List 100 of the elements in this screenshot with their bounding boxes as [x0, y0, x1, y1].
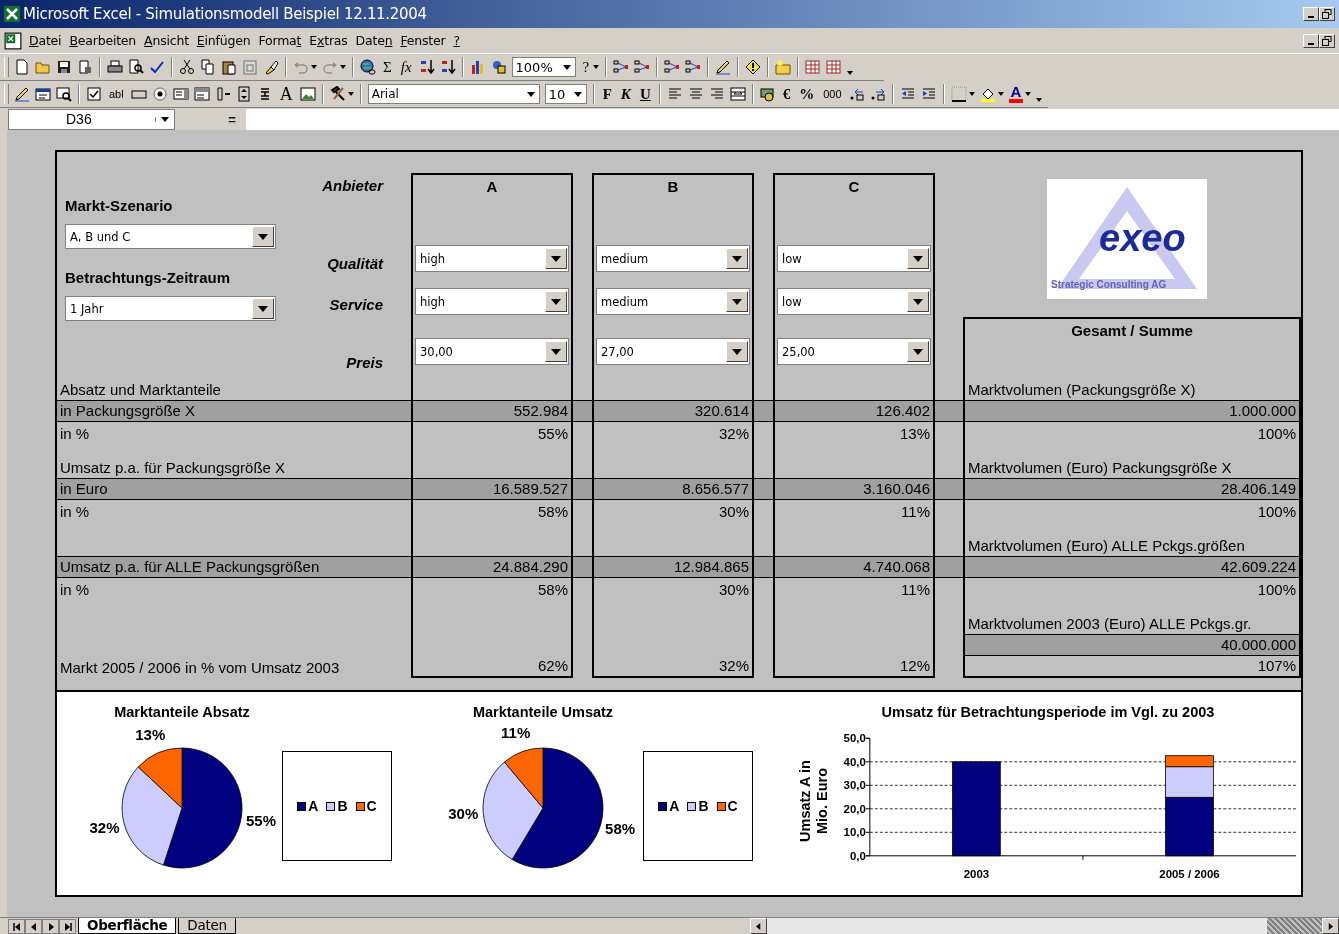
caret-icon[interactable]	[311, 65, 317, 69]
banknote-icon[interactable]	[759, 86, 776, 102]
magnifier-document-icon[interactable]	[128, 59, 144, 75]
flow-arrows-icon[interactable]	[634, 59, 651, 75]
menu-item[interactable]: Daten	[351, 33, 397, 48]
copy-icon[interactable]	[200, 59, 216, 75]
menu-item[interactable]: Datei	[25, 33, 66, 48]
toolbar-options-icon[interactable]	[847, 71, 854, 75]
option-dropdown[interactable]: 25,00	[777, 338, 931, 365]
text-field-button[interactable]: abl	[107, 85, 126, 103]
underline-button[interactable]: U	[637, 85, 653, 103]
help-button[interactable]: ?	[580, 58, 592, 76]
clipboard-frame-icon[interactable]	[242, 59, 258, 75]
menu-item[interactable]: Bearbeiten	[65, 33, 141, 48]
thousands-button[interactable]: 000	[821, 85, 844, 103]
pencil-ruler-icon[interactable]	[14, 86, 30, 102]
window-magnifier-icon[interactable]	[56, 86, 72, 102]
hammer-wrench-icon[interactable]	[329, 86, 346, 102]
first-sheet-button[interactable]	[8, 919, 25, 934]
flow-arrows-icon[interactable]	[664, 59, 681, 75]
printer-icon[interactable]	[107, 59, 123, 75]
sum-button[interactable]: Σ	[381, 58, 394, 76]
warning-diamond-icon[interactable]	[745, 59, 762, 75]
grid-table-icon[interactable]	[826, 59, 843, 75]
caret-icon[interactable]	[347, 92, 354, 96]
caret-icon[interactable]	[997, 92, 1004, 96]
scenario-dropdown[interactable]: A, B und C	[65, 224, 276, 249]
indent-icon[interactable]	[920, 86, 937, 102]
caret-icon[interactable]	[968, 92, 975, 96]
outdent-icon[interactable]	[899, 86, 916, 102]
checkbox-icon[interactable]	[86, 86, 102, 102]
font-dropdown[interactable]: Arial	[367, 84, 540, 104]
option-dropdown[interactable]: low	[777, 288, 931, 315]
paintbrush-icon[interactable]	[263, 59, 279, 75]
toolbar-options-icon[interactable]	[1036, 98, 1043, 102]
bold-button[interactable]: F	[600, 85, 614, 103]
last-sheet-button[interactable]	[59, 919, 76, 934]
prev-sheet-button[interactable]	[25, 919, 42, 934]
option-dropdown[interactable]: low	[777, 245, 931, 272]
menu-item[interactable]: Einfügen	[192, 33, 255, 48]
decrease-decimal-icon[interactable]	[869, 86, 886, 102]
caret-icon[interactable]	[593, 65, 600, 69]
sort-descending-icon[interactable]	[439, 59, 456, 75]
combo-box-icon[interactable]	[193, 86, 210, 102]
pencil-ruler-icon[interactable]	[715, 59, 732, 75]
menu-item[interactable]: Format	[254, 33, 306, 48]
restore-button[interactable]	[1319, 7, 1335, 21]
option-dropdown[interactable]: medium	[596, 288, 750, 315]
function-button[interactable]: fx	[398, 58, 414, 76]
grid-table-icon[interactable]	[805, 59, 822, 75]
align-center-icon[interactable]	[687, 86, 704, 102]
bar-chart-icon[interactable]	[469, 59, 486, 75]
euro-button[interactable]: €	[780, 85, 793, 103]
list-box-icon[interactable]	[172, 86, 189, 102]
option-dropdown[interactable]: high	[415, 245, 569, 272]
caret-icon[interactable]	[1025, 92, 1032, 96]
increase-decimal-icon[interactable]	[848, 86, 865, 102]
option-dropdown[interactable]: 30,00	[415, 338, 569, 365]
restore-button[interactable]	[1319, 33, 1335, 48]
menu-item[interactable]: Fenster	[396, 33, 450, 48]
minimize-button[interactable]	[1303, 33, 1319, 48]
font-color-button[interactable]: A	[1008, 85, 1024, 103]
label-button[interactable]: A	[277, 85, 295, 103]
align-left-icon[interactable]	[666, 86, 683, 102]
percent-button[interactable]: %	[797, 85, 817, 103]
scissors-icon[interactable]	[179, 59, 195, 75]
window-properties-icon[interactable]	[35, 86, 51, 102]
document-lock-icon[interactable]	[77, 59, 93, 75]
sheet-tab[interactable]: Daten	[178, 918, 236, 934]
minimize-button[interactable]	[1303, 7, 1319, 21]
scroll-bar-icon[interactable]	[214, 86, 231, 102]
align-right-icon[interactable]	[708, 86, 725, 102]
merge-cells-icon[interactable]	[729, 86, 746, 102]
paint-bucket-icon[interactable]	[979, 86, 996, 102]
formula-input[interactable]	[246, 108, 1339, 130]
border-grid-icon[interactable]	[950, 86, 967, 102]
new-document-icon[interactable]	[14, 59, 30, 75]
spinner-icon[interactable]	[235, 86, 252, 102]
horizontal-scrollbar[interactable]	[750, 918, 1339, 934]
option-dropdown[interactable]: 27,00	[596, 338, 750, 365]
folder-icon[interactable]	[35, 59, 51, 75]
next-sheet-button[interactable]	[42, 919, 59, 934]
menu-item[interactable]: Extras	[305, 33, 352, 48]
option-dropdown[interactable]: high	[415, 288, 569, 315]
period-dropdown[interactable]: 1 Jahr	[65, 296, 276, 321]
flow-arrows-icon[interactable]	[685, 59, 702, 75]
folder-star-icon[interactable]	[775, 59, 792, 75]
clipboard-icon[interactable]	[221, 59, 237, 75]
picture-frame-icon[interactable]	[299, 86, 316, 102]
italic-button[interactable]: K	[618, 85, 633, 103]
option-dropdown[interactable]: medium	[596, 245, 750, 272]
zoom-dropdown[interactable]: 100%	[511, 57, 576, 77]
sort-ascending-icon[interactable]	[418, 59, 435, 75]
sheet-tab[interactable]: Oberfläche	[78, 918, 177, 934]
caret-icon[interactable]	[340, 65, 346, 69]
globe-icon[interactable]	[360, 59, 376, 75]
name-box[interactable]: D36	[8, 108, 175, 130]
menu-item[interactable]: Ansicht	[140, 33, 193, 48]
check-mark-icon[interactable]	[149, 59, 165, 75]
menu-item[interactable]: ?	[449, 33, 464, 48]
